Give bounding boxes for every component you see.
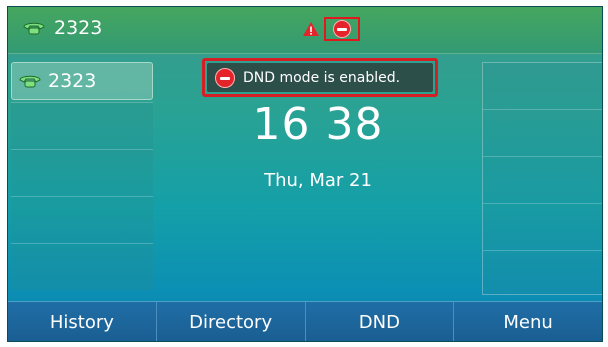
line-key-empty[interactable] xyxy=(483,63,602,110)
clock-time: 16 38 xyxy=(252,99,384,150)
line-key-empty[interactable] xyxy=(483,110,602,157)
phone-icon xyxy=(19,75,41,88)
line-key-empty[interactable] xyxy=(483,204,602,251)
line-key-2323[interactable]: 2323 xyxy=(11,62,153,100)
line-key-empty[interactable] xyxy=(11,243,153,290)
line-key-column: 2323 xyxy=(11,62,153,295)
phone-screen: 2323 2323 DND mode is enabled. 16 38 Thu… xyxy=(7,6,603,342)
dnd-message: DND mode is enabled. xyxy=(243,69,401,86)
phone-icon xyxy=(23,22,45,35)
line-key-empty[interactable] xyxy=(11,102,153,149)
line-key-empty[interactable] xyxy=(11,196,153,243)
dnd-icon xyxy=(215,67,235,88)
dnd-notification: DND mode is enabled. xyxy=(202,58,438,97)
line-key-empty[interactable] xyxy=(11,149,153,196)
warning-icon xyxy=(303,22,319,36)
dnd-status-highlight xyxy=(324,17,360,41)
softkey-menu[interactable]: Menu xyxy=(454,302,602,341)
dnd-notification-body: DND mode is enabled. xyxy=(207,63,433,92)
line-key-empty[interactable] xyxy=(483,157,602,204)
dnd-icon xyxy=(333,20,351,38)
softkey-dnd[interactable]: DND xyxy=(306,302,455,341)
softkey-history[interactable]: History xyxy=(8,302,157,341)
status-bar: 2323 xyxy=(8,7,602,54)
account-number: 2323 xyxy=(54,17,103,39)
right-key-column xyxy=(482,62,602,295)
line-key-label: 2323 xyxy=(48,70,97,92)
account-indicator: 2323 xyxy=(22,17,102,39)
clock-date: Thu, Mar 21 xyxy=(264,170,372,191)
softkey-bar: History Directory DND Menu xyxy=(8,301,602,341)
status-icons xyxy=(302,17,360,41)
line-key-empty[interactable] xyxy=(483,251,602,297)
softkey-directory[interactable]: Directory xyxy=(157,302,306,341)
